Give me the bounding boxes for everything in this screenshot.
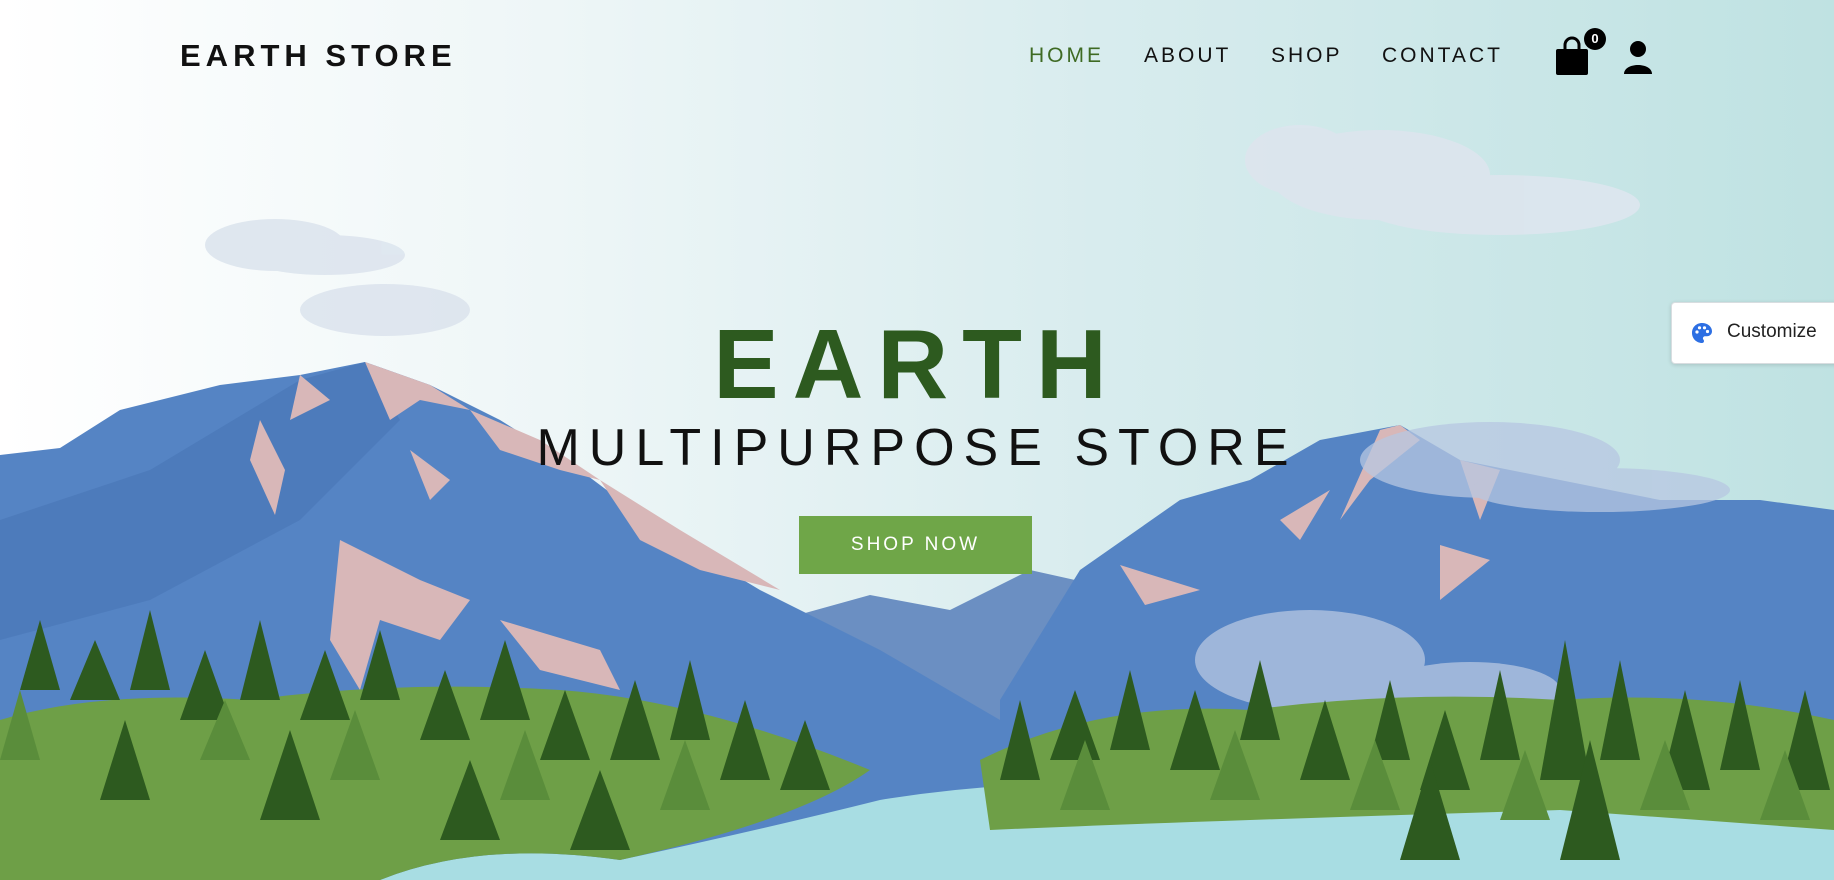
cart-count-badge: 0 <box>1584 28 1606 50</box>
palette-icon <box>1690 321 1714 345</box>
hero-subtitle: MULTIPURPOSE STORE <box>536 419 1298 477</box>
user-icon[interactable] <box>1622 40 1654 74</box>
customize-label: Customize <box>1727 321 1817 342</box>
hero-title: EARTH <box>713 309 1121 419</box>
nav-about[interactable]: ABOUT <box>1144 44 1231 68</box>
site-header: EARTH STORE HOME ABOUT SHOP CONTACT 0 <box>0 0 1834 115</box>
nav-contact[interactable]: CONTACT <box>1382 44 1503 68</box>
nav-shop[interactable]: SHOP <box>1271 44 1343 68</box>
nav-home[interactable]: HOME <box>1029 44 1104 68</box>
shop-now-button[interactable]: SHOP NOW <box>799 516 1032 574</box>
site-logo[interactable]: EARTH STORE <box>180 38 457 74</box>
customize-button[interactable]: Customize <box>1671 302 1834 364</box>
